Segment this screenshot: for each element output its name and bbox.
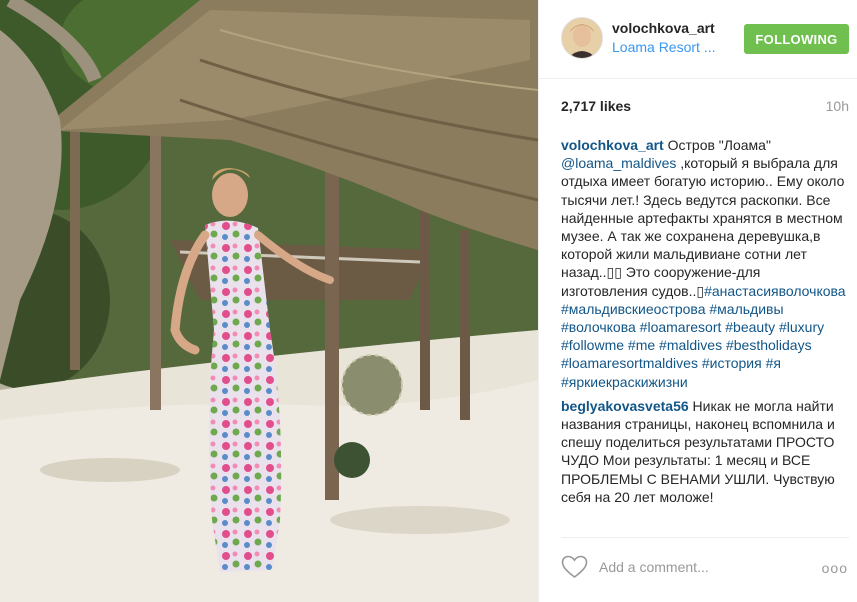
post-header: volochkova_art Loama Resort ... FOLLOWIN… (539, 0, 857, 79)
following-button[interactable]: FOLLOWING (744, 24, 849, 54)
profile-photo-icon (562, 18, 602, 58)
likes-count[interactable]: 2,717 likes (561, 98, 631, 114)
caption-author[interactable]: volochkova_art (561, 137, 664, 153)
hashtag-link[interactable]: #мальдивскиеострова (561, 301, 706, 317)
likes-row: 2,717 likes 10h (561, 98, 849, 118)
hashtag-link[interactable]: #followme (561, 337, 624, 353)
add-comment-input[interactable] (599, 557, 799, 577)
hashtag-link[interactable]: #maldives (659, 337, 722, 353)
hashtag-link[interactable]: #luxury (779, 319, 824, 335)
hashtag-link[interactable]: #история (702, 355, 762, 371)
username[interactable]: volochkova_art (612, 20, 715, 36)
post-photo[interactable] (0, 0, 538, 602)
post-sidebar: volochkova_art Loama Resort ... FOLLOWIN… (538, 0, 857, 602)
beach-hut-photo (0, 0, 538, 602)
hashtag-link[interactable]: #анастасияволочкова (704, 283, 846, 299)
instagram-post: volochkova_art Loama Resort ... FOLLOWIN… (0, 0, 857, 602)
comments-list[interactable]: volochkova_art Остров "Лоама" @loama_mal… (561, 136, 849, 536)
heart-outline-icon (561, 555, 588, 578)
hashtag-link[interactable]: #me (628, 337, 655, 353)
comment-author[interactable]: beglyakovasveta56 (561, 398, 689, 414)
hashtag-link[interactable]: #волочкова (561, 319, 636, 335)
location-link[interactable]: Loama Resort ... (612, 39, 716, 55)
caption: volochkova_art Остров "Лоама" @loama_mal… (561, 136, 849, 391)
hashtag-link[interactable]: #loamaresort (640, 319, 722, 335)
avatar[interactable] (561, 17, 603, 59)
hashtag-link[interactable]: #beauty (725, 319, 775, 335)
comment-item: beglyakovasveta56 Никак не могла найти н… (561, 397, 849, 506)
more-options-icon[interactable]: ooo (822, 560, 848, 576)
caption-text-part-1: Остров "Лоама" (663, 137, 771, 153)
mention-link[interactable]: @loama_maldives (561, 155, 676, 171)
hashtag-link[interactable]: #я (766, 355, 781, 371)
like-button[interactable] (561, 555, 588, 579)
hashtag-link[interactable]: #мальдивы (709, 301, 783, 317)
hashtag-link[interactable]: #яркиекраскижизни (561, 374, 688, 390)
post-time[interactable]: 10h (826, 98, 849, 114)
caption-text-part-2: ,который я выбрала для отдыха имеет бога… (561, 155, 845, 299)
hashtag-link[interactable]: #bestholidays (726, 337, 812, 353)
hashtag-link[interactable]: #loamaresortmaldives (561, 355, 698, 371)
divider (561, 537, 849, 538)
